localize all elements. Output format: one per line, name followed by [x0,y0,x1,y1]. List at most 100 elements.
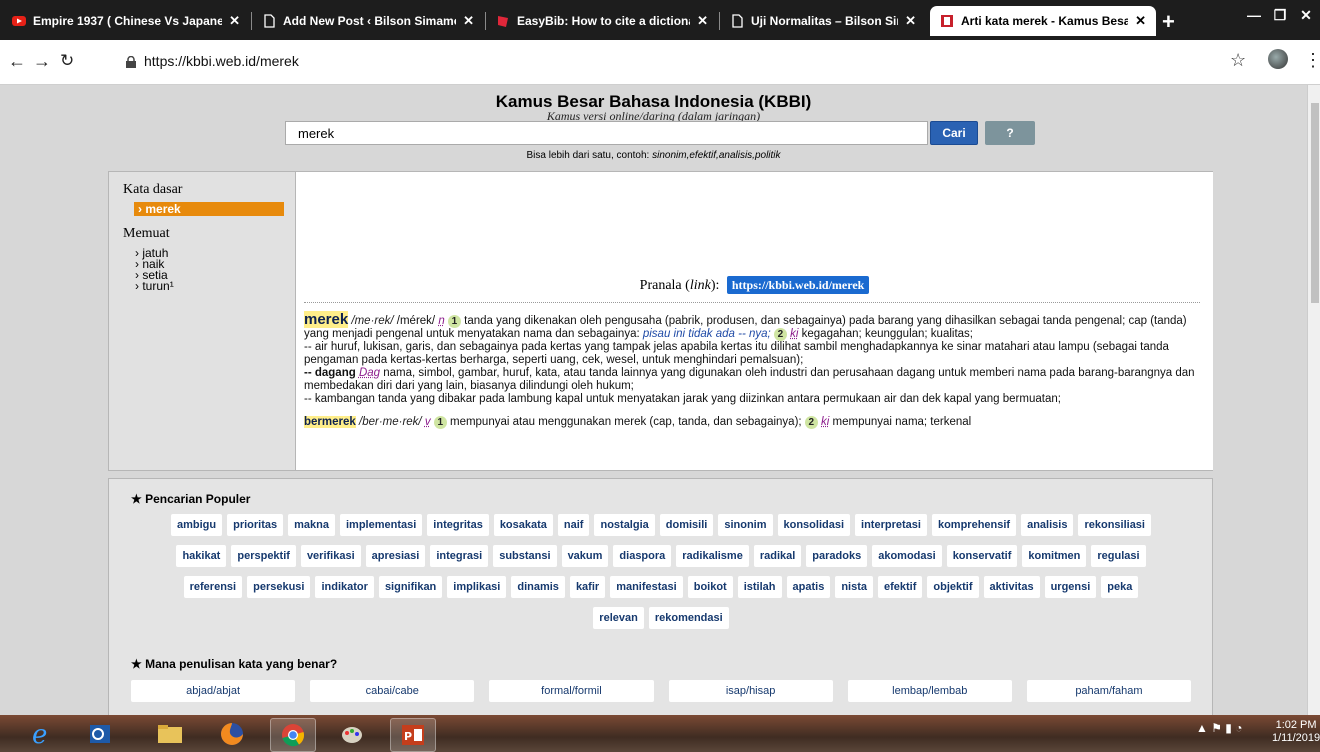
popular-word[interactable]: vakum [562,545,609,567]
permalink[interactable]: https://kbbi.web.id/merek [727,276,869,294]
popular-word[interactable]: apatis [787,576,831,598]
kata-dasar-link[interactable]: › merek [134,202,284,216]
back-icon[interactable]: ← [8,51,26,72]
chrome-icon[interactable] [270,718,316,752]
popular-word[interactable]: rekonsiliasi [1078,514,1151,536]
popular-word[interactable]: konsolidasi [778,514,851,536]
popular-word[interactable]: relevan [593,607,644,629]
popular-word[interactable]: integrasi [430,545,488,567]
popular-word[interactable]: objektif [927,576,978,598]
popular-word[interactable]: prioritas [227,514,283,536]
file-explorer-icon[interactable] [148,718,192,750]
close-icon[interactable]: ✕ [229,13,240,29]
tab-add-new-post[interactable]: Add New Post ‹ Bilson Simamora ✕ [252,6,484,36]
spelling-pair[interactable]: formal/formil [489,680,653,702]
new-tab-button[interactable]: + [1162,9,1175,35]
popular-word[interactable]: kafir [570,576,605,598]
scrollbar-thumb[interactable] [1311,103,1319,303]
spelling-pair[interactable]: paham/faham [1027,680,1191,702]
page-icon [262,14,276,28]
system-tray[interactable]: ▲ ⚑ ▮ ◔ [1196,721,1243,735]
popular-word[interactable]: urgensi [1045,576,1097,598]
popular-word[interactable]: akomodasi [872,545,941,567]
popular-word[interactable]: naif [558,514,590,536]
memuat-item[interactable]: › turun¹ [135,281,174,292]
popular-word[interactable]: radikalisme [676,545,749,567]
popular-word[interactable]: peka [1101,576,1138,598]
omnibox[interactable]: https://kbbi.web.id/merek [106,50,1216,74]
bookmark-star-icon[interactable]: ☆ [1230,50,1246,71]
kebab-menu-icon[interactable]: ⋮ [1304,50,1320,71]
popular-word[interactable]: kosakata [494,514,553,536]
popular-word[interactable]: nostalgia [594,514,654,536]
firefox-icon[interactable] [210,718,254,750]
tab-empire[interactable]: Empire 1937 ( Chinese Vs Japane ✕ [2,6,250,36]
popular-word[interactable]: domisili [660,514,714,536]
popular-word[interactable]: konservatif [947,545,1018,567]
powerpoint-icon[interactable]: P [390,718,436,752]
popular-word[interactable]: rekomendasi [649,607,729,629]
ie-icon[interactable]: e [20,718,64,750]
minimize-icon[interactable]: — [1240,4,1268,26]
popular-word[interactable]: referensi [184,576,242,598]
clock[interactable]: 1:02 PM 1/11/2019 [1272,719,1320,745]
tab-uji-normalitas[interactable]: Uji Normalitas – Bilson Simamora ✕ [720,6,926,36]
spelling-pairs: abjad/abjat cabai/cabe formal/formil isa… [131,680,1191,702]
popular-word[interactable]: efektif [878,576,922,598]
popular-word[interactable]: perspektif [231,545,296,567]
svg-text:P: P [404,730,412,743]
popular-word[interactable]: ambigu [171,514,222,536]
popular-word[interactable]: integritas [427,514,489,536]
popular-word[interactable]: istilah [738,576,782,598]
popular-word[interactable]: substansi [493,545,556,567]
popular-word[interactable]: analisis [1021,514,1073,536]
tab-easybib[interactable]: EasyBib: How to cite a dictionary ✕ [486,6,718,36]
reload-icon[interactable]: ↻ [60,51,74,71]
tab-kbbi-active[interactable]: Arti kata merek - Kamus Besar B ✕ [930,6,1156,36]
popular-word[interactable]: dinamis [511,576,565,598]
close-icon[interactable]: ✕ [697,13,708,29]
close-icon[interactable]: ✕ [905,13,916,29]
popular-word[interactable]: indikator [315,576,373,598]
popular-word[interactable]: hakikat [176,545,226,567]
popular-word[interactable]: persekusi [247,576,310,598]
popular-word[interactable]: paradoks [806,545,867,567]
popular-word[interactable]: boikot [688,576,733,598]
search-button[interactable]: Cari [930,121,978,145]
popular-word[interactable]: regulasi [1091,545,1145,567]
popular-word[interactable]: implementasi [340,514,422,536]
spelling-pair[interactable]: abjad/abjat [131,680,295,702]
popular-word[interactable]: komitmen [1022,545,1086,567]
popular-word[interactable]: aktivitas [984,576,1040,598]
popular-word[interactable]: radikal [754,545,801,567]
spelling-pair[interactable]: cabai/cabe [310,680,474,702]
popular-word[interactable]: implikasi [447,576,506,598]
close-window-icon[interactable]: ✕ [1292,4,1320,26]
divider [304,302,1200,303]
paint-icon[interactable] [330,718,374,750]
scrollbar[interactable] [1307,85,1320,715]
popular-word[interactable]: manifestasi [610,576,683,598]
svg-text:e: e [32,721,47,747]
popular-word[interactable]: nista [835,576,873,598]
popular-word[interactable]: verifikasi [301,545,361,567]
popular-word[interactable]: komprehensif [932,514,1016,536]
popular-word[interactable]: interpretasi [855,514,927,536]
popular-word[interactable]: signifikan [379,576,442,598]
pranala-line: Pranala (link): https://kbbi.web.id/mere… [296,278,1213,294]
spelling-pair[interactable]: isap/hisap [669,680,833,702]
popular-word[interactable]: apresiasi [366,545,426,567]
popular-word[interactable]: diaspora [613,545,671,567]
close-icon[interactable]: ✕ [463,13,474,29]
restore-icon[interactable]: ❐ [1266,4,1294,26]
popular-word[interactable]: makna [288,514,335,536]
forward-icon[interactable]: → [33,51,51,72]
search-input[interactable]: merek [285,121,928,145]
spelling-pair[interactable]: lembap/lembab [848,680,1012,702]
close-icon[interactable]: ✕ [1135,13,1146,29]
pos-abbr[interactable]: n [438,315,444,327]
popular-word[interactable]: sinonim [718,514,772,536]
profile-avatar[interactable] [1268,49,1288,69]
help-button[interactable]: ? [985,121,1035,145]
outlook-icon[interactable] [78,718,122,750]
